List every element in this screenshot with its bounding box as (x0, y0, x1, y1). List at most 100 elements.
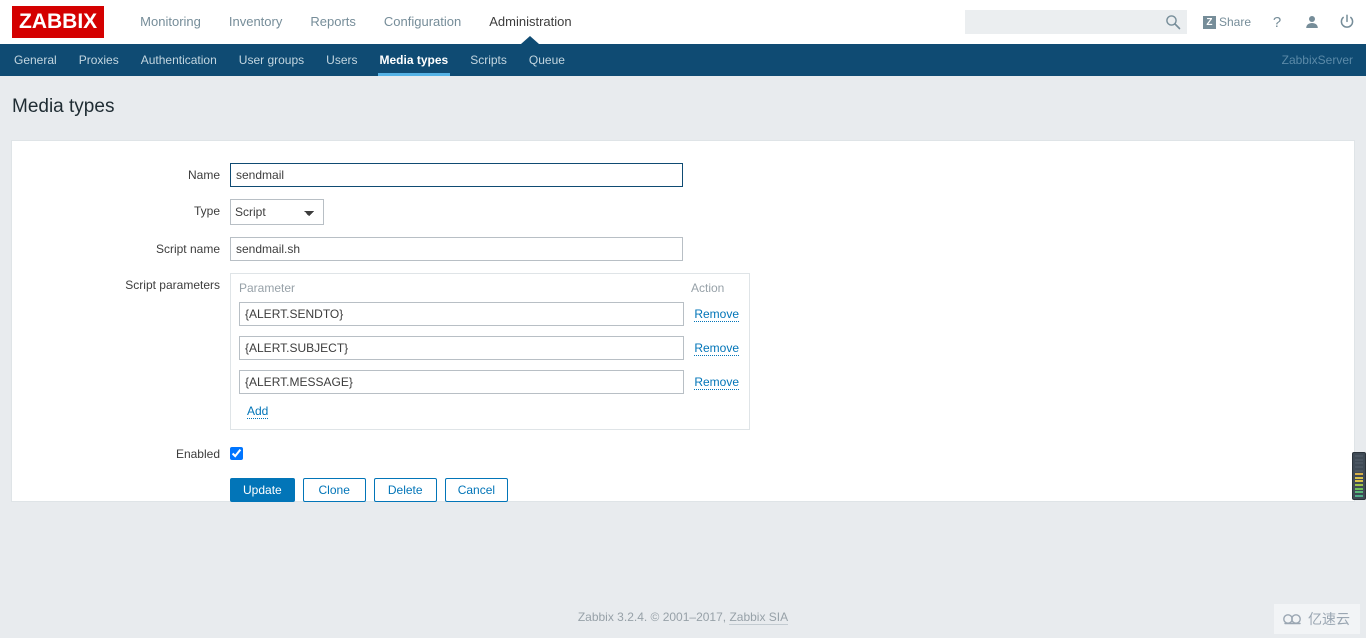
footer-zabbix-sia-link[interactable]: Zabbix SIA (729, 610, 789, 625)
nav-item-inventory[interactable]: Inventory (215, 0, 296, 44)
delete-button[interactable]: Delete (373, 478, 437, 502)
footer-copyright: Zabbix 3.2.4. © 2001–2017, (577, 610, 730, 624)
subnav-item-proxies[interactable]: Proxies (68, 44, 130, 76)
type-select[interactable]: Script (230, 199, 324, 225)
meter-segment (1355, 491, 1363, 494)
watermark: 亿速云 (1274, 604, 1360, 634)
meter-segment (1355, 462, 1363, 465)
meter-segment (1355, 458, 1363, 461)
enabled-label: Enabled (175, 447, 220, 461)
page-footer: Zabbix 3.2.4. © 2001–2017, Zabbix SIA (0, 610, 1366, 625)
subnav-item-user-groups[interactable]: User groups (228, 44, 315, 76)
subnav-item-scripts[interactable]: Scripts (459, 44, 518, 76)
meter-segment (1355, 480, 1363, 483)
subnav-item-authentication-label: Authentication (140, 53, 217, 67)
table-row: Remove (235, 336, 739, 360)
form-row-script-name: Script name (12, 237, 1354, 261)
top-header: ZABBIX Monitoring Inventory Reports Conf… (0, 0, 1366, 44)
power-logout-icon[interactable] (1338, 13, 1356, 31)
meter-segment (1355, 487, 1363, 490)
parameter-input-1[interactable] (239, 302, 685, 326)
meter-segment (1355, 469, 1363, 472)
subnav-item-media-types[interactable]: Media types (369, 44, 460, 76)
subnav-item-proxies-label: Proxies (78, 53, 119, 67)
subnav-item-authentication[interactable]: Authentication (130, 44, 228, 76)
parameter-input-2[interactable] (239, 336, 685, 360)
script-name-label: Script name (155, 242, 220, 256)
share-z-icon: Z (1202, 15, 1216, 29)
form-row-buttons: Update Clone Delete Cancel (12, 478, 1354, 502)
script-parameters-table: Parameter Action Remove Remove Remove Ad… (230, 273, 750, 430)
form-button-group: Update Clone Delete Cancel (230, 478, 516, 502)
share-label: Share (1218, 15, 1251, 29)
nav-item-configuration[interactable]: Configuration (370, 0, 475, 44)
active-tab-underline (377, 73, 451, 76)
secondary-navigation: General Proxies Authentication User grou… (0, 44, 1366, 76)
subnav-item-media-types-label: Media types (379, 53, 449, 67)
search-icon[interactable] (1165, 14, 1181, 30)
nav-item-reports-label: Reports (310, 14, 356, 29)
subnav-item-users-label: Users (326, 53, 358, 67)
watermark-text: 亿速云 (1308, 611, 1350, 627)
subnav-item-queue[interactable]: Queue (518, 44, 576, 76)
header-actions: Z Share ? (964, 0, 1356, 44)
script-parameters-label: Script parameters (125, 278, 220, 292)
subnav-item-general-label: General (14, 53, 57, 67)
nav-item-administration-label: Administration (489, 14, 572, 29)
user-profile-icon[interactable] (1303, 13, 1321, 31)
main-navigation: Monitoring Inventory Reports Configurati… (126, 0, 585, 44)
form-row-type: Type Script (12, 199, 1354, 225)
add-parameter-link[interactable]: Add (247, 404, 269, 419)
help-icon[interactable]: ? (1268, 13, 1286, 31)
subnav-item-queue-label: Queue (528, 53, 565, 67)
server-name-label: ZabbixServer (1281, 53, 1353, 67)
remove-parameter-link-2[interactable]: Remove (694, 341, 739, 356)
remove-parameter-link-1[interactable]: Remove (694, 307, 739, 322)
name-label: Name (187, 168, 220, 182)
form-row-enabled: Enabled (12, 442, 1354, 466)
script-name-input[interactable] (230, 237, 683, 261)
type-label: Type (193, 204, 220, 218)
cloud-icon (1282, 612, 1304, 626)
nav-item-configuration-label: Configuration (383, 14, 462, 29)
nav-item-monitoring-label: Monitoring (140, 14, 201, 29)
table-row: Remove (235, 302, 739, 326)
active-nav-arrow-icon (521, 36, 540, 44)
subnav-item-general[interactable]: General (3, 44, 68, 76)
table-row: Remove (235, 370, 739, 394)
page-title: Media types (12, 96, 115, 117)
parameter-input-3[interactable] (239, 370, 685, 394)
remove-parameter-link-3[interactable]: Remove (694, 375, 739, 390)
form-row-script-parameters: Script parameters Parameter Action Remov… (12, 273, 1354, 430)
subnav-item-user-groups-label: User groups (238, 53, 305, 67)
meter-segment (1355, 473, 1363, 476)
cancel-button[interactable]: Cancel (444, 478, 509, 502)
media-type-form-card: Name Type Script Script name Script para… (11, 140, 1355, 502)
column-header-action: Action (691, 281, 725, 295)
nav-item-reports[interactable]: Reports (296, 0, 370, 44)
subnav-item-users[interactable]: Users (315, 44, 368, 76)
meter-segment (1355, 465, 1363, 468)
subnav-item-scripts-label: Scripts (470, 53, 507, 67)
update-button[interactable]: Update (230, 478, 295, 502)
media-type-form: Name Type Script Script name Script para… (12, 141, 1354, 502)
level-meter-widget[interactable] (1352, 452, 1366, 500)
script-parameters-header: Parameter Action (235, 280, 739, 302)
search-input[interactable] (965, 11, 1162, 33)
svg-text:?: ? (1273, 14, 1281, 30)
meter-segment (1355, 476, 1363, 479)
name-input[interactable] (230, 163, 683, 187)
meter-segment (1355, 455, 1363, 457)
share-button[interactable]: Z Share (1202, 15, 1251, 29)
zabbix-logo[interactable]: ZABBIX (12, 6, 105, 38)
search-box[interactable] (964, 10, 1187, 34)
nav-item-inventory-label: Inventory (228, 14, 283, 29)
enabled-checkbox[interactable] (230, 447, 243, 460)
column-header-parameter: Parameter (239, 281, 296, 295)
form-row-name: Name (12, 163, 1354, 187)
meter-segment (1355, 494, 1363, 497)
clone-button[interactable]: Clone (302, 478, 366, 502)
meter-segment (1355, 484, 1363, 486)
nav-item-administration[interactable]: Administration (475, 0, 585, 44)
nav-item-monitoring[interactable]: Monitoring (126, 0, 215, 44)
